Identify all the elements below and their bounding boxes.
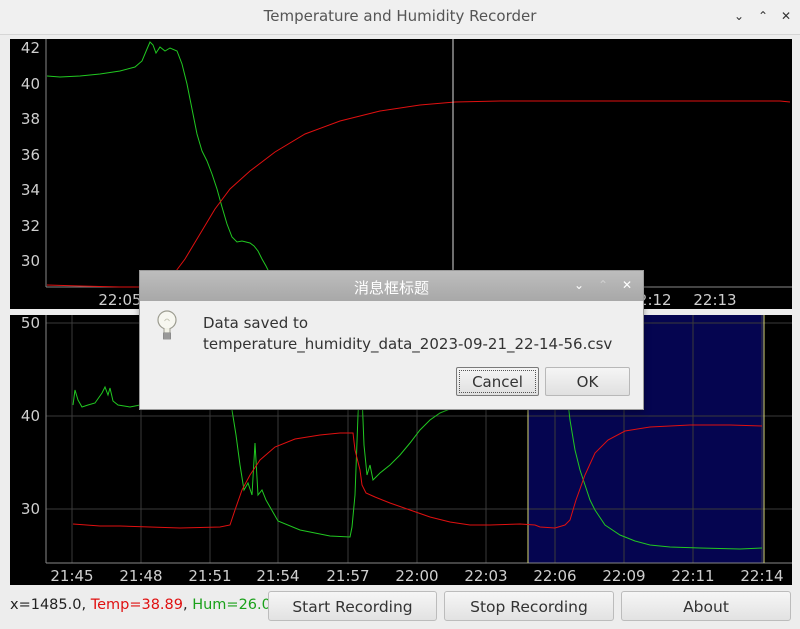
y-tick: 36 xyxy=(21,146,40,164)
x-tick: 21:57 xyxy=(326,567,369,585)
x-tick: 22:06 xyxy=(533,567,576,585)
y-tick: 42 xyxy=(21,39,40,57)
x-tick: 21:54 xyxy=(256,567,299,585)
window-titlebar: Temperature and Humidity Recorder ⌄ ⌃ ✕ xyxy=(0,0,800,35)
y-tick: 32 xyxy=(21,217,40,235)
cursor-x-readout: x=1485.0, xyxy=(10,597,91,613)
x-tick: 21:51 xyxy=(188,567,231,585)
about-button[interactable]: About xyxy=(621,591,791,621)
lightbulb-icon xyxy=(156,309,178,343)
top-chart-panel[interactable]: 42 40 38 36 34 32 30 22:05 22:12 22:13 xyxy=(10,39,792,309)
x-tick: 22:11 xyxy=(671,567,714,585)
status-readout: x=1485.0, Temp=38.89, Hum=26.07 xyxy=(10,597,280,613)
x-tick: 22:14 xyxy=(740,567,783,585)
dialog-message-filename: temperature_humidity_data_2023-09-21_22-… xyxy=(203,335,613,353)
chevron-up-icon[interactable]: ⌃ xyxy=(596,277,610,293)
start-recording-button[interactable]: Start Recording xyxy=(268,591,437,621)
bottom-y-ticks: 50 40 30 xyxy=(21,314,40,518)
x-tick: 22:00 xyxy=(395,567,438,585)
y-tick: 40 xyxy=(21,75,40,93)
top-chart[interactable]: 42 40 38 36 34 32 30 22:05 22:12 22:13 xyxy=(10,39,792,309)
message-dialog: 消息框标题 ⌄ ⌃ ✕ Data saved to temperature_hu… xyxy=(139,270,644,410)
y-tick: 34 xyxy=(21,181,40,199)
bottom-x-ticks: 21:45 21:48 21:51 21:54 21:57 22:00 22:0… xyxy=(50,567,783,585)
y-tick: 38 xyxy=(21,110,40,128)
chevron-down-icon[interactable]: ⌄ xyxy=(572,277,586,293)
x-tick: 22:09 xyxy=(602,567,645,585)
close-icon[interactable]: ✕ xyxy=(620,277,634,293)
readout-separator: , xyxy=(183,597,193,613)
x-tick: 22:13 xyxy=(693,291,736,309)
x-tick: 21:45 xyxy=(50,567,93,585)
close-icon[interactable]: ✕ xyxy=(778,8,794,24)
dialog-message-line1: Data saved to xyxy=(203,314,309,332)
x-tick: 21:48 xyxy=(119,567,162,585)
stop-recording-button[interactable]: Stop Recording xyxy=(444,591,614,621)
dialog-cancel-button[interactable]: Cancel xyxy=(456,367,539,396)
dialog-message: Data saved to temperature_humidity_data_… xyxy=(203,313,612,355)
humidity-readout: Hum=26.07 xyxy=(192,597,281,613)
top-humidity-line xyxy=(46,41,271,275)
y-tick: 30 xyxy=(21,500,40,518)
x-tick: 22:03 xyxy=(464,567,507,585)
y-tick: 50 xyxy=(21,315,40,332)
top-y-ticks: 42 40 38 36 34 32 30 xyxy=(21,39,40,270)
y-tick: 30 xyxy=(21,252,40,270)
dialog-title: 消息框标题 xyxy=(353,279,429,297)
temperature-readout: Temp=38.89 xyxy=(90,597,183,613)
window-title: Temperature and Humidity Recorder xyxy=(263,7,537,25)
y-tick: 40 xyxy=(21,407,40,425)
maximize-icon[interactable]: ⌃ xyxy=(755,8,771,24)
x-tick: 22:05 xyxy=(98,291,141,309)
top-temperature-line xyxy=(46,100,791,288)
dialog-ok-button[interactable]: OK xyxy=(545,367,630,396)
dialog-titlebar: 消息框标题 ⌄ ⌃ ✕ xyxy=(140,271,643,301)
minimize-icon[interactable]: ⌄ xyxy=(731,8,747,24)
